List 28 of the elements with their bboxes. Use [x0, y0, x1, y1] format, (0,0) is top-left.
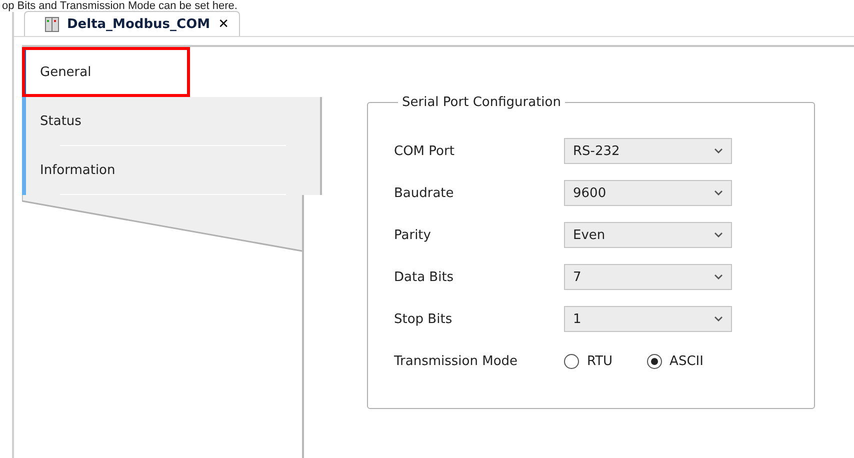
- radio-option[interactable]: ASCII: [646, 354, 704, 368]
- chevron-down-icon: [714, 274, 723, 280]
- field-label: Parity: [394, 228, 432, 242]
- device-icon: [45, 16, 59, 32]
- field-label: COM Port: [394, 144, 456, 158]
- nav-item[interactable]: Status: [22, 97, 322, 146]
- field-label: Stop Bits: [394, 312, 454, 326]
- nav-item[interactable]: General: [22, 47, 190, 97]
- editor-tab[interactable]: Delta_Modbus_COM ✕: [24, 11, 240, 36]
- chevron-down-icon: [714, 190, 723, 196]
- dropdown[interactable]: 7: [564, 264, 732, 290]
- dropdown[interactable]: Even: [564, 222, 732, 248]
- field-label: Transmission Mode: [394, 354, 519, 368]
- dropdown[interactable]: 9600: [564, 180, 732, 206]
- field-label: Data Bits: [394, 270, 455, 284]
- chevron-down-icon: [714, 316, 723, 322]
- close-icon[interactable]: ✕: [218, 16, 229, 32]
- radio-icon[interactable]: [564, 354, 579, 368]
- caption-text: op Bits and Transmission Mode can be set here.: [1, 0, 238, 12]
- chevron-down-icon: [714, 232, 723, 238]
- radio-option[interactable]: RTU: [564, 354, 613, 368]
- field-label: Baudrate: [394, 186, 455, 200]
- dropdown[interactable]: 1: [564, 306, 732, 332]
- dropdown[interactable]: RS-232: [564, 138, 732, 164]
- radio-icon[interactable]: [646, 354, 662, 368]
- nav-item[interactable]: Information: [22, 146, 322, 195]
- chevron-down-icon: [714, 148, 723, 154]
- group-title: Serial Port Configuration: [401, 95, 562, 110]
